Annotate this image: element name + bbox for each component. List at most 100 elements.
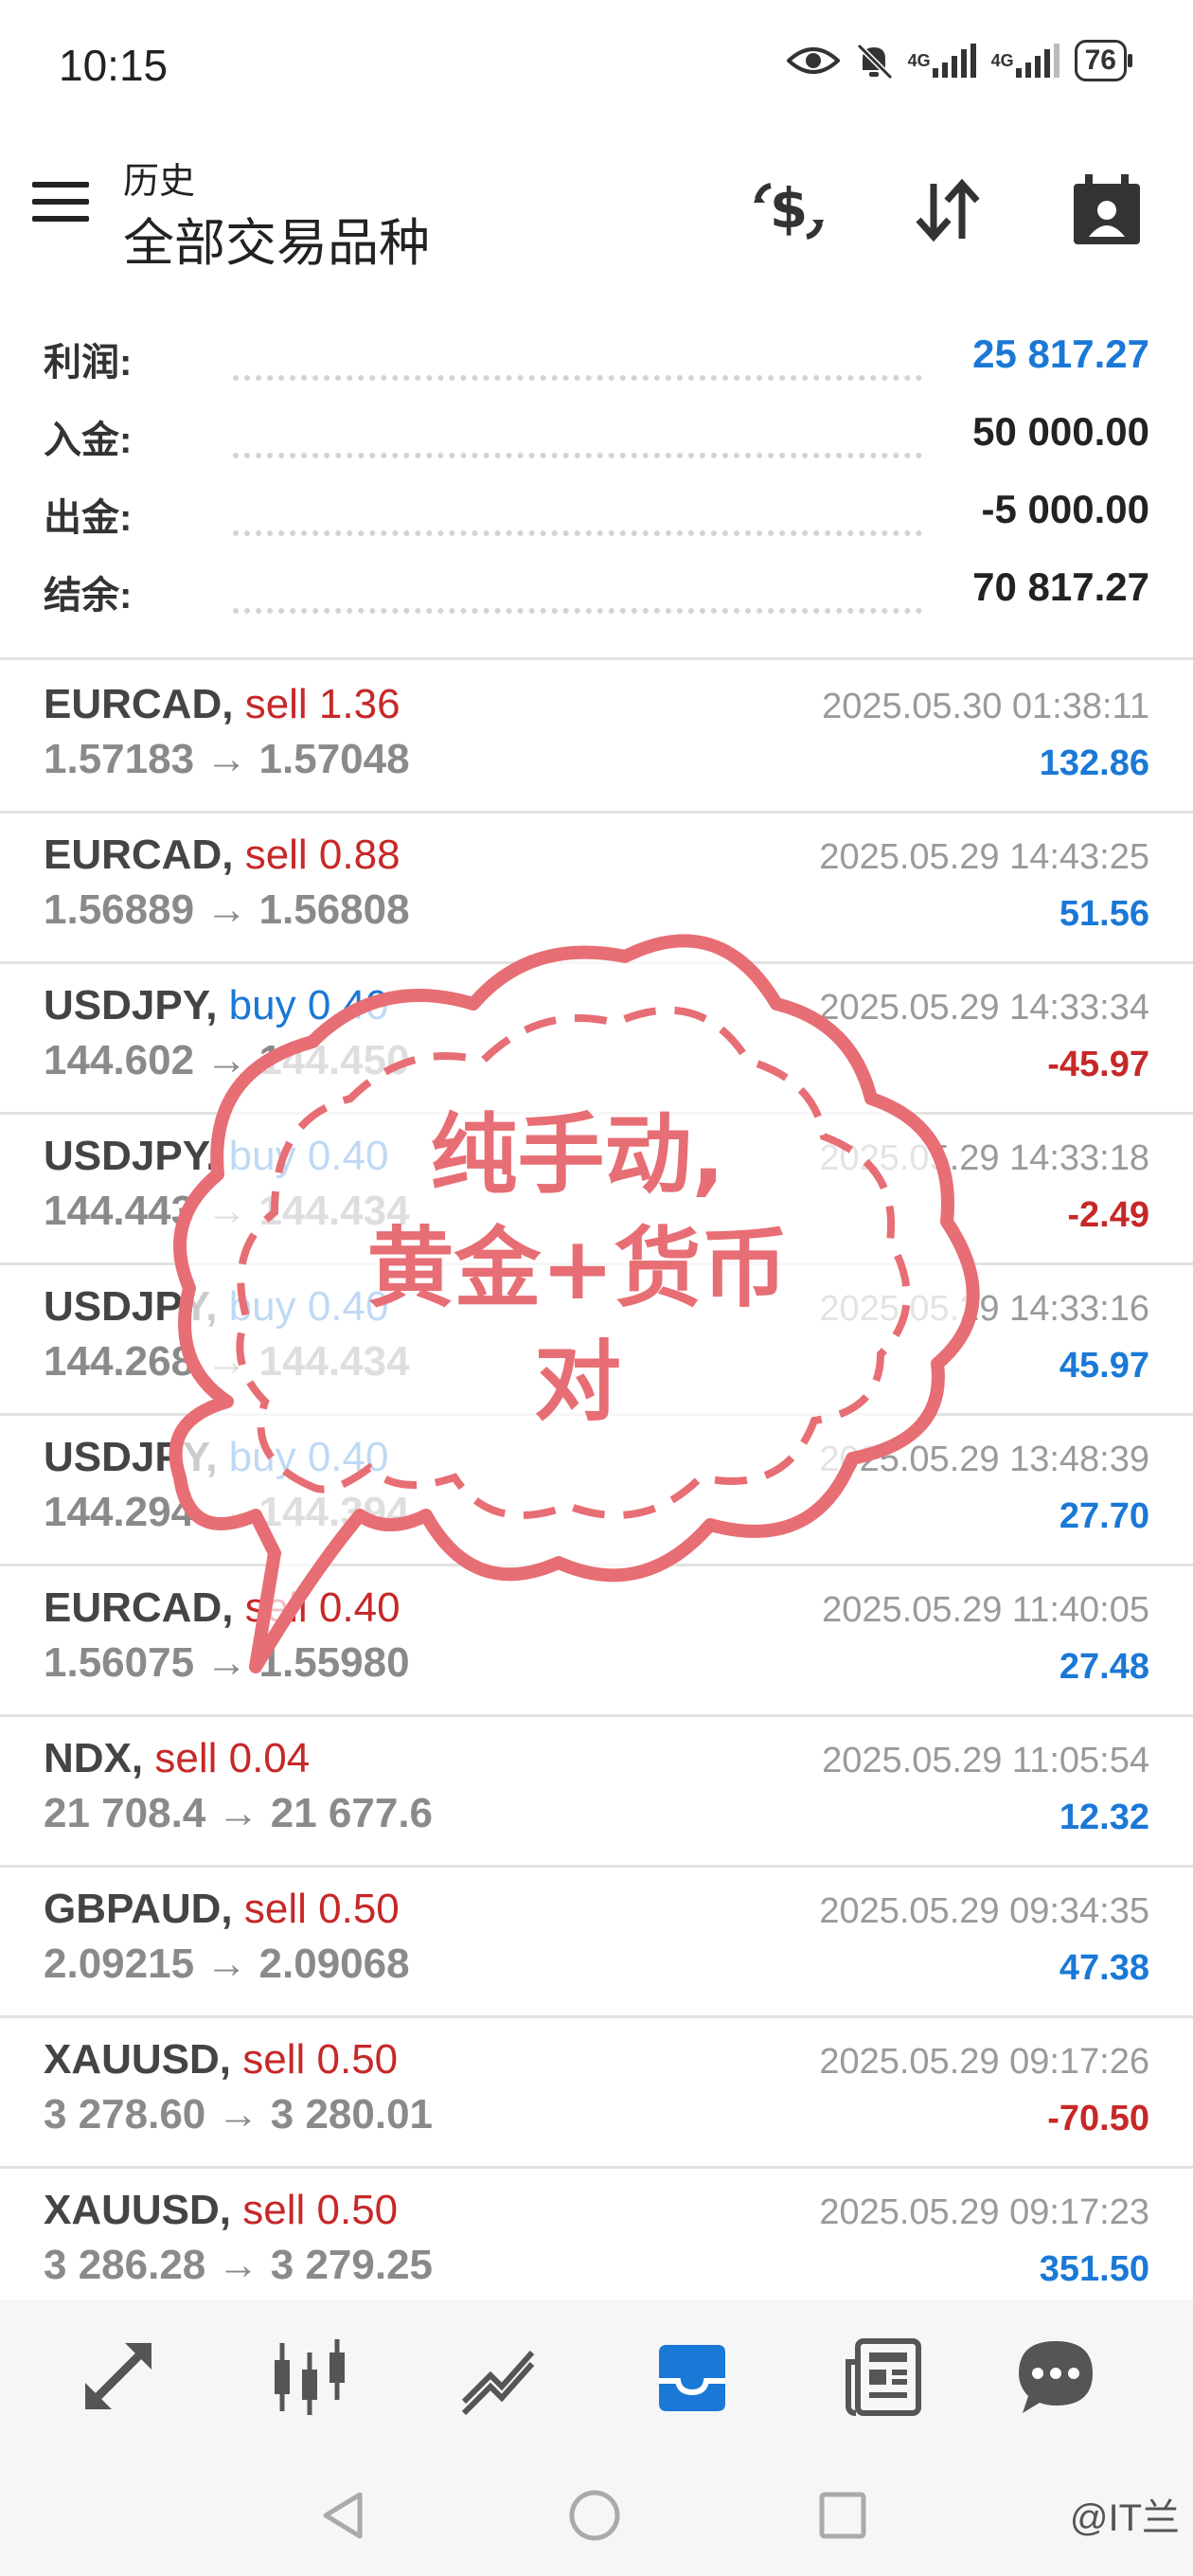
trade-profit: 51.56 (1059, 894, 1149, 934)
trade-row[interactable]: USDJPY, buy 0.40 144.294 → 144.394 2025.… (0, 1413, 1193, 1566)
trade-time: 2025.05.29 11:05:54 (822, 1741, 1149, 1780)
dotted-leader (233, 375, 922, 381)
system-nav-bar: @IT兰 (0, 2451, 1193, 2576)
symbol-text: USDJPY, (44, 1283, 218, 1330)
sort-icon[interactable] (907, 170, 988, 252)
bottom-nav (0, 2299, 1193, 2451)
trade-prices: 144.294 → 144.394 (44, 1489, 410, 1536)
status-icons: 4G 4G 76 (786, 40, 1133, 81)
trade-time: 2025.05.29 09:34:35 (819, 1891, 1149, 1931)
symbol-text: USDJPY, (44, 1434, 218, 1480)
open-price: 3 286.28 (44, 2242, 206, 2288)
chart-icon[interactable] (267, 2334, 352, 2419)
calendar-icon[interactable] (1066, 170, 1148, 252)
dotted-leader (233, 453, 922, 458)
close-price: 21 677.6 (270, 1790, 434, 1836)
summary-label: 出金: (44, 497, 133, 539)
close-price: 1.57048 (258, 736, 410, 782)
summary-value: 50 000.00 (972, 409, 1149, 454)
trade-time: 2025.05.29 09:17:23 (819, 2192, 1149, 2232)
trade-row[interactable]: EURCAD, sell 0.88 1.56889 → 1.56808 2025… (0, 811, 1193, 964)
watermark: @IT兰 (1069, 2497, 1180, 2539)
trade-row[interactable]: NDX, sell 0.04 21 708.4 → 21 677.6 2025.… (0, 1714, 1193, 1868)
summary-profit-row: 利润: 25 817.27 (44, 331, 1149, 388)
open-price: 21 708.4 (44, 1790, 206, 1836)
trade-symbol: XAUUSD, sell 0.50 (44, 2187, 398, 2234)
arrow-icon: → (205, 1489, 248, 1535)
trade-symbol: USDJPY, buy 0.40 (44, 982, 388, 1029)
trade-prices: 2.09215 → 2.09068 (44, 1941, 410, 1988)
close-price: 144.394 (258, 1489, 410, 1535)
trade-row[interactable]: USDJPY, buy 0.40 144.443 → 144.434 2025.… (0, 1112, 1193, 1265)
trade-row[interactable]: EURCAD, sell 1.36 1.57183 → 1.57048 2025… (0, 660, 1193, 814)
open-price: 1.56889 (44, 886, 195, 933)
chat-icon[interactable] (1013, 2334, 1098, 2419)
trade-profit: 45.97 (1059, 1346, 1149, 1386)
arrow-icon: → (217, 2242, 259, 2288)
trade-symbol: XAUUSD, sell 0.50 (44, 2036, 398, 2084)
summary-value: -5 000.00 (981, 487, 1149, 531)
svg-text:$: $ (770, 176, 808, 241)
menu-icon[interactable] (32, 182, 89, 229)
arrow-icon: → (217, 2091, 259, 2138)
summary-value: 70 817.27 (972, 564, 1149, 609)
trade-row[interactable]: XAUUSD, sell 0.50 3 278.60 → 3 280.01 20… (0, 2015, 1193, 2169)
symbol-text: XAUUSD, (44, 2187, 232, 2233)
history-icon[interactable] (650, 2334, 735, 2419)
trade-time: 2025.05.29 14:33:34 (819, 988, 1149, 1028)
trade-side: sell 1.36 (244, 681, 401, 727)
arrow-icon: → (205, 1037, 248, 1083)
home-icon[interactable] (566, 2487, 623, 2544)
symbol-text: XAUUSD, (44, 2036, 232, 2083)
close-price: 144.450 (258, 1037, 410, 1083)
trade-side: sell 0.50 (242, 2187, 399, 2233)
trade-profit: 351.50 (1039, 2249, 1149, 2289)
quotes-icon[interactable] (76, 2334, 161, 2419)
trade-time: 2025.05.29 09:17:26 (819, 2042, 1149, 2082)
page-title[interactable]: 全部交易品种 (123, 201, 430, 276)
trade-prices: 1.56889 → 1.56808 (44, 886, 410, 934)
dotted-leader (233, 530, 922, 536)
page-subtitle: 历史 (123, 162, 196, 202)
trade-row[interactable]: USDJPY, buy 0.40 144.268 → 144.434 2025.… (0, 1262, 1193, 1416)
symbol-text: NDX, (44, 1735, 144, 1781)
app-bar: 历史 全部交易品种 $ (0, 142, 1193, 284)
trade-row[interactable]: USDJPY, buy 0.40 144.602 → 144.450 2025.… (0, 961, 1193, 1115)
trade-side: sell 0.50 (242, 2036, 399, 2083)
arrow-icon: → (205, 736, 248, 782)
news-icon[interactable] (841, 2334, 926, 2419)
open-price: 1.57183 (44, 736, 195, 782)
trade-side: sell 0.40 (244, 1584, 401, 1631)
summary-deposit-row: 入金: 50 000.00 (44, 409, 1149, 466)
symbol-text: EURCAD, (44, 832, 234, 878)
symbol-text: USDJPY, (44, 1133, 218, 1179)
symbol-text: EURCAD, (44, 1584, 234, 1631)
trade-side: buy 0.40 (228, 1133, 389, 1179)
trade-profit: -70.50 (1047, 2099, 1149, 2138)
symbol-text: EURCAD, (44, 681, 234, 727)
eye-icon (786, 42, 840, 80)
trade-symbol: USDJPY, buy 0.40 (44, 1434, 388, 1481)
trade-prices: 144.602 → 144.450 (44, 1037, 410, 1084)
symbol-text: GBPAUD, (44, 1886, 233, 1932)
trade-icon[interactable] (458, 2334, 543, 2419)
back-icon[interactable] (316, 2487, 373, 2544)
recents-icon[interactable] (814, 2487, 871, 2544)
arrow-icon: → (205, 1639, 248, 1686)
trade-side: sell 0.88 (244, 832, 401, 878)
trade-row[interactable]: XAUUSD, sell 0.50 3 286.28 → 3 279.25 20… (0, 2166, 1193, 2317)
trade-profit: -2.49 (1067, 1195, 1149, 1235)
deposit-dollar-icon[interactable]: $ (748, 170, 829, 252)
trade-prices: 144.268 → 144.434 (44, 1338, 410, 1386)
close-price: 3 279.25 (270, 2242, 434, 2288)
trade-side: buy 0.40 (228, 982, 389, 1029)
trade-symbol: GBPAUD, sell 0.50 (44, 1886, 400, 1933)
trade-row[interactable]: EURCAD, sell 0.40 1.56075 → 1.55980 2025… (0, 1564, 1193, 1717)
summary-withdrawal-row: 出金: -5 000.00 (44, 487, 1149, 544)
trade-time: 2025.05.30 01:38:11 (822, 687, 1149, 726)
signal-icon-2: 4G (991, 44, 1061, 78)
open-price: 2.09215 (44, 1941, 195, 1987)
close-price: 144.434 (258, 1188, 410, 1234)
trade-row[interactable]: GBPAUD, sell 0.50 2.09215 → 2.09068 2025… (0, 1865, 1193, 2018)
trade-prices: 21 708.4 → 21 677.6 (44, 1790, 433, 1837)
